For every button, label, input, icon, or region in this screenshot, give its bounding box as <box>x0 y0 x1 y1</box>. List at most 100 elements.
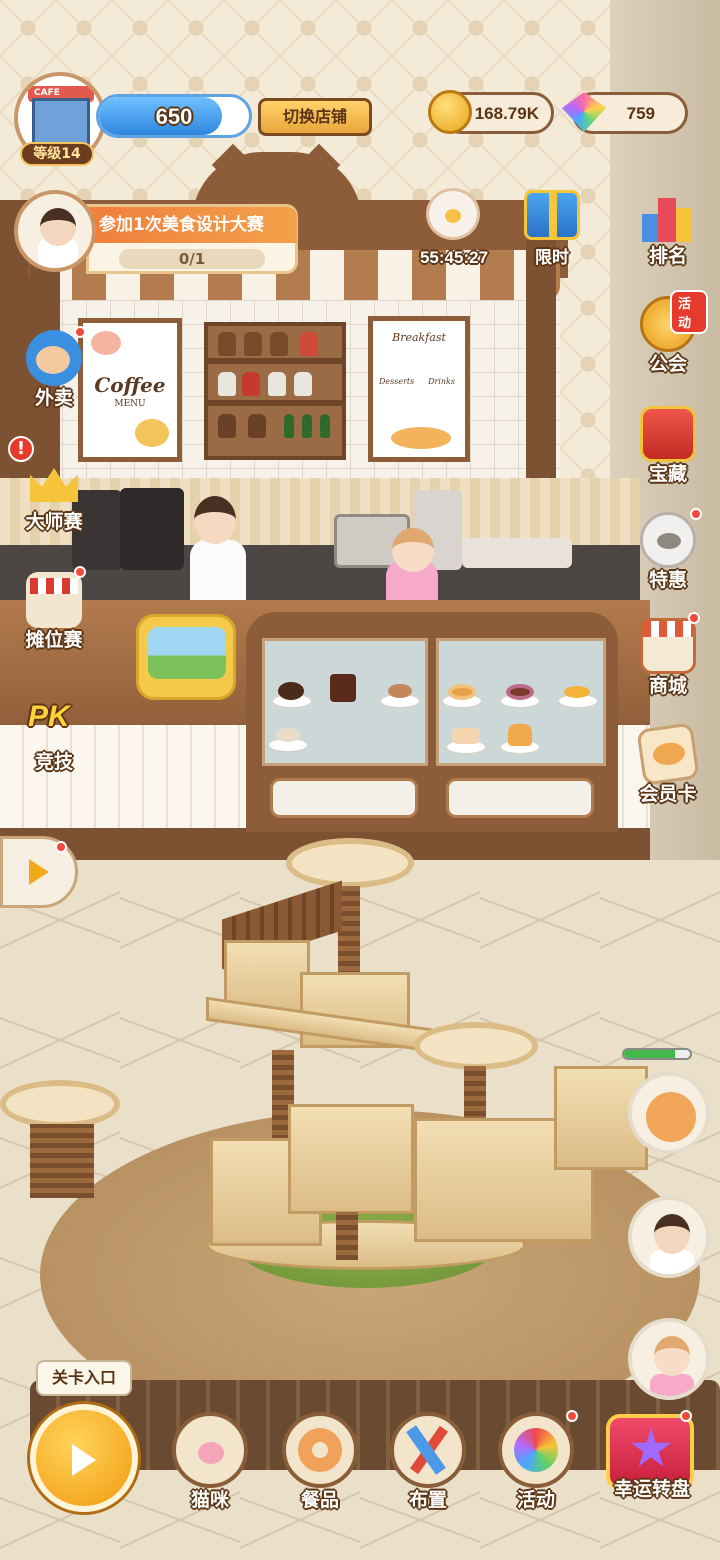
notification-dot <box>680 1410 692 1422</box>
display-drawer <box>446 778 594 818</box>
breakfast-title: Breakfast <box>392 331 446 344</box>
guild-label: 公会 <box>648 354 687 375</box>
barista-portrait[interactable] <box>628 1196 710 1278</box>
drinks-heading: Drinks <box>428 377 455 386</box>
play-icon <box>72 1444 96 1476</box>
espresso-machine <box>120 488 184 570</box>
treasure-button[interactable]: 宝藏 <box>628 402 708 486</box>
pizza-illustration <box>391 427 451 449</box>
desserts-heading: Desserts <box>379 377 415 386</box>
cappuccino-item <box>276 728 300 742</box>
coin-icon <box>428 90 472 134</box>
events-button[interactable]: 活动 <box>490 1410 582 1512</box>
cat-face-icon <box>640 512 696 568</box>
switch-store-button[interactable]: 切换店铺 <box>258 98 372 136</box>
level-badge: 等级14 <box>20 142 94 166</box>
latte-item <box>388 684 412 698</box>
crown-icon <box>26 454 82 510</box>
experience-bar: 650 <box>96 94 252 138</box>
cake-slice-item <box>452 728 480 744</box>
retro-tv <box>136 614 236 700</box>
ranking-label: 排名 <box>648 246 687 267</box>
breakfast-menu-poster: Breakfast Desserts Drinks <box>368 316 470 462</box>
cake-illustration <box>91 331 121 355</box>
event-countdown-timer: 55:45:27 <box>419 248 489 267</box>
notification-dot <box>74 566 86 578</box>
stamina-fill <box>624 1050 676 1058</box>
gem-value: 759 <box>626 104 655 123</box>
topping-tray <box>462 538 572 568</box>
dishes-button[interactable]: 餐品 <box>274 1412 366 1512</box>
gift-box-icon <box>524 190 580 240</box>
treasure-gift-icon <box>640 406 696 462</box>
stamina-bar <box>622 1048 692 1060</box>
pinwheel-icon <box>498 1412 574 1488</box>
cat-portrait[interactable] <box>628 1072 710 1154</box>
stall-contest-button[interactable]: 摊位赛 <box>14 566 94 652</box>
stage-play-button[interactable] <box>30 1404 138 1512</box>
layout-label: 布置 <box>408 1490 447 1511</box>
pencil-ruler-icon <box>390 1412 466 1488</box>
delivery-label: 外卖 <box>34 388 73 409</box>
treasure-label: 宝藏 <box>648 464 687 485</box>
coffee-cup-item <box>278 682 304 700</box>
star-icon <box>630 1428 672 1467</box>
notification-dot <box>690 508 702 520</box>
events-label: 活动 <box>516 1490 555 1511</box>
drink-illustration <box>135 419 169 447</box>
stage-entry-tooltip: 关卡入口 <box>36 1360 132 1396</box>
quest-giver-avatar[interactable] <box>14 190 96 272</box>
cats-label: 猫咪 <box>190 1490 229 1511</box>
experience-value: 650 <box>155 104 193 129</box>
quest-banner[interactable]: 参加1次美食设计大赛 0/1 <box>86 204 298 274</box>
cat-paw-icon <box>172 1412 248 1488</box>
coin-value: 168.79K <box>474 104 539 123</box>
vip-card-label: 会员卡 <box>639 784 697 805</box>
pk-badge-text: PK <box>28 700 70 733</box>
shop-icon <box>640 618 696 674</box>
master-contest-button[interactable]: 大师赛 <box>14 450 94 534</box>
stall-contest-label: 摊位赛 <box>25 630 83 651</box>
play-icon <box>29 859 49 885</box>
delivery-button[interactable]: 外卖 <box>14 326 94 410</box>
display-drawer <box>270 778 418 818</box>
muffin-item <box>508 724 532 746</box>
pk-arena-button[interactable]: PK 竞技 <box>14 690 94 774</box>
chocolate-drink-item <box>330 674 356 702</box>
tart-item <box>564 686 590 698</box>
lucky-cat-icon <box>426 188 480 240</box>
layout-button[interactable]: 布置 <box>382 1412 474 1512</box>
jar-shelf <box>204 322 346 460</box>
vip-card-button[interactable]: 会员卡 <box>628 722 708 806</box>
event-countdown-button[interactable]: 55:45:27 <box>414 184 494 267</box>
quest-title: 参加1次美食设计大赛 <box>89 207 297 243</box>
lucky-wheel-label: 幸运转盘 <box>613 1479 690 1500</box>
donut-item <box>448 684 476 700</box>
pk-badge-icon: PK <box>26 694 82 750</box>
notification-dot <box>74 326 86 338</box>
post <box>526 240 556 500</box>
orange-cat-icon <box>646 1092 696 1142</box>
choco-donut-item <box>506 684 534 700</box>
podium-icon <box>640 188 696 244</box>
limited-offer-button[interactable]: 限时 <box>512 184 592 267</box>
vip-cat-card-icon <box>636 722 700 786</box>
notification-dot <box>688 612 700 624</box>
dishes-label: 餐品 <box>300 1490 339 1511</box>
shop-button[interactable]: 商城 <box>628 612 708 698</box>
master-contest-label: 大师赛 <box>25 512 83 533</box>
waitress-portrait[interactable] <box>628 1318 710 1400</box>
pk-arena-label: 竞技 <box>34 752 73 773</box>
guild-button[interactable]: 活动 公会 <box>628 290 708 376</box>
cats-button[interactable]: 猫咪 <box>164 1412 256 1512</box>
store-building-icon <box>32 98 90 148</box>
delivery-courier-icon <box>26 330 82 386</box>
special-offer-label: 特惠 <box>648 570 687 591</box>
quest-progress: 0/1 <box>119 249 265 269</box>
notification-dot <box>566 1410 578 1422</box>
ranking-button[interactable]: 排名 <box>628 184 708 268</box>
market-stall-icon <box>26 572 82 628</box>
side-play-button[interactable] <box>0 836 78 908</box>
store-sign: CAFE <box>34 88 60 98</box>
special-offer-button[interactable]: 特惠 <box>628 508 708 592</box>
